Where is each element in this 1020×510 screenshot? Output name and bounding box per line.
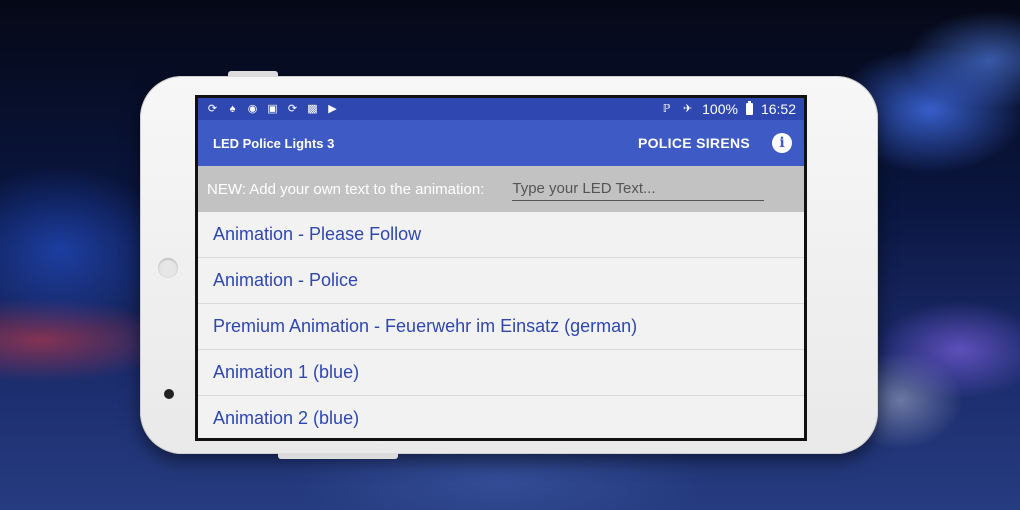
list-item[interactable]: Animation 2 (blue) (198, 396, 804, 438)
sync-icon: ⟳ (207, 102, 218, 115)
info-icon[interactable]: i (772, 133, 792, 153)
animation-list: Animation - Please Follow Animation - Po… (198, 212, 804, 438)
battery-icon (745, 101, 753, 115)
list-item[interactable]: Animation - Police (198, 258, 804, 304)
sync-icon: ⟳ (287, 102, 298, 115)
app-screen: ⟳ ♠ ◉ ▣ ⟳ ▩ ▶ ℙ ✈ 100% 16:52 LED Police … (195, 95, 807, 441)
airplane-mode-icon: ✈ (683, 102, 693, 115)
clock: 16:52 (760, 101, 796, 117)
battery-percent: 100% (702, 101, 738, 117)
phone-camera (164, 389, 174, 399)
led-text-row: NEW: Add your own text to the animation: (198, 166, 804, 212)
list-item[interactable]: Animation 1 (blue) (198, 350, 804, 396)
phone-side-button (228, 71, 278, 77)
status-bar: ⟳ ♠ ◉ ▣ ⟳ ▩ ▶ ℙ ✈ 100% 16:52 (198, 98, 804, 120)
phone-sensor (158, 258, 178, 278)
image-icon: ▣ (267, 102, 278, 115)
gallery-icon: ▩ (307, 102, 318, 115)
list-item[interactable]: Premium Animation - Feuerwehr im Einsatz… (198, 304, 804, 350)
bluetooth-icon: ℙ (662, 102, 671, 115)
status-system-icons: ℙ ✈ 100% 16:52 (660, 101, 796, 117)
list-item[interactable]: Animation - Please Follow (198, 212, 804, 258)
play-store-icon: ▶ (328, 102, 337, 115)
status-notification-icons: ⟳ ♠ ◉ ▣ ⟳ ▩ ▶ (206, 103, 339, 116)
police-sirens-button[interactable]: POLICE SIRENS (638, 135, 750, 151)
phone-volume-button (278, 453, 398, 459)
led-text-label: NEW: Add your own text to the animation: (207, 180, 485, 198)
location-icon: ◉ (247, 102, 258, 115)
app-title: LED Police Lights 3 (213, 135, 335, 151)
led-text-input[interactable] (512, 177, 765, 201)
key-icon: ♠ (229, 102, 236, 115)
app-bar: LED Police Lights 3 POLICE SIRENS i (198, 120, 804, 166)
